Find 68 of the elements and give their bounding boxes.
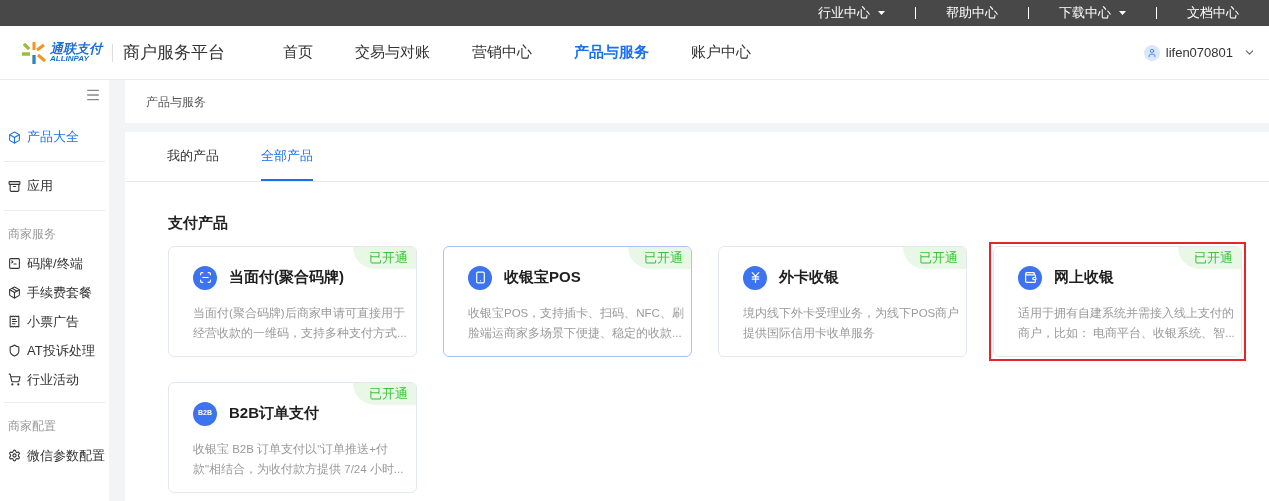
product-card[interactable]: 已开通 当面付(聚合码牌) 当面付(聚合码牌)后商家申请可直接用于 经营收款的一维码，支持多种支付方式... (168, 245, 417, 357)
product-card[interactable]: 已开通 外卡收银 境内线下外卡受理业务，为线下POS商户 提供国际信用卡收单服务 (718, 245, 967, 357)
product-description: 收银宝POS，支持插卡、扫码、NFC、刷 (468, 305, 684, 321)
product-card[interactable]: 已开通 收银宝POS 收银宝POS，支持插卡、扫码、NFC、刷 脸端运商家多场景下便捷、稳定的收款... (443, 245, 692, 357)
top-link[interactable]: 帮助中心 (946, 3, 998, 23)
top-link[interactable]: 下载中心 (1059, 3, 1126, 23)
sidebar-item[interactable]: 手续费套餐 (4, 278, 105, 307)
logo-text: 通联支付 (50, 42, 102, 55)
product-title: 当面付(聚合码牌) (229, 267, 344, 288)
sidebar-item[interactable]: 小票广告 (4, 307, 105, 336)
sidebar-item[interactable]: 码牌/终端 (4, 249, 105, 278)
logo-subtext: ALLINPAY (50, 55, 89, 63)
product-description: 款"相结合，为收付款方提供 7/24 小时... (193, 461, 404, 477)
status-badge: 已开通 (353, 246, 416, 269)
status-badge: 已开通 (628, 246, 691, 269)
breadcrumb: 产品与服务 (146, 93, 206, 111)
terminal-icon (8, 257, 21, 270)
scan-icon (193, 265, 217, 290)
avatar-icon (1143, 44, 1160, 61)
product-description: 收银宝 B2B 订单支付以"订单推送+付 (193, 441, 388, 457)
product-title: 收银宝POS (504, 267, 581, 288)
sidebar-section-title: 商家服务 (7, 226, 57, 243)
nav-tab[interactable]: 首页 (283, 41, 313, 64)
username[interactable]: lifen070801 (1165, 42, 1233, 63)
sidebar-section-title: 商家配置 (7, 418, 57, 435)
top-link[interactable]: 文档中心 (1187, 3, 1239, 23)
product-description: 脸端运商家多场景下便捷、稳定的收款... (468, 325, 682, 341)
product-description: 商户，比如： 电商平台、收银系统、智... (1018, 325, 1235, 341)
status-badge: 已开通 (1178, 246, 1241, 269)
caret-icon (878, 11, 885, 15)
status-badge: 已开通 (353, 382, 416, 405)
sidebar-item[interactable]: 产品大全 (4, 121, 105, 153)
logo-mark-icon (22, 41, 46, 64)
tab[interactable]: 我的产品 (167, 132, 219, 181)
shield-icon (8, 344, 21, 357)
cart-icon (8, 373, 21, 386)
nav-tab[interactable]: 交易与对账 (355, 41, 430, 64)
sidebar-item[interactable]: AT投诉处理 (4, 336, 105, 365)
top-link[interactable]: 行业中心 (818, 3, 885, 23)
nav-tab[interactable]: 账户中心 (691, 41, 751, 64)
section-title: 支付产品 (168, 213, 229, 233)
product-description: 境内线下外卡受理业务，为线下POS商户 (743, 305, 960, 321)
product-title: 外卡收银 (779, 267, 839, 288)
product-description: 当面付(聚合码牌)后商家申请可直接用于 (193, 305, 405, 321)
menu-icon[interactable] (85, 87, 101, 103)
yen-icon (743, 265, 767, 290)
nav-tab[interactable]: 营销中心 (472, 41, 532, 64)
sidebar-item[interactable]: 应用 (4, 170, 105, 202)
product-card[interactable]: 已开通 网上收银 适用于拥有自建系统并需接入线上支付的 商户，比如： 电商平台、收银系统、智... (993, 245, 1242, 357)
sidebar-item[interactable]: 微信参数配置 (4, 441, 105, 470)
product-title: B2B订单支付 (229, 403, 319, 424)
cube-icon (8, 130, 21, 144)
receipt-icon (8, 315, 21, 328)
product-title: 网上收银 (1054, 267, 1114, 288)
tab[interactable]: 全部产品 (261, 132, 313, 181)
product-description: 适用于拥有自建系统并需接入线上支付的 (1018, 305, 1234, 321)
nav-tab[interactable]: 产品与服务 (574, 41, 649, 64)
platform-title: 商户服务平台 (123, 41, 225, 64)
sidebar-item[interactable]: 行业活动 (4, 365, 105, 394)
product-description: 提供国际信用卡收单服务 (743, 325, 875, 341)
product-description: 经营收款的一维码，支持多种支付方式... (193, 325, 407, 341)
package-icon (8, 286, 21, 299)
caret-icon (1119, 11, 1126, 15)
archive-icon (8, 179, 21, 193)
wallet-icon (1018, 265, 1042, 290)
settings-icon (8, 449, 21, 462)
pos-terminal-icon (468, 265, 492, 290)
status-badge: 已开通 (903, 246, 966, 269)
